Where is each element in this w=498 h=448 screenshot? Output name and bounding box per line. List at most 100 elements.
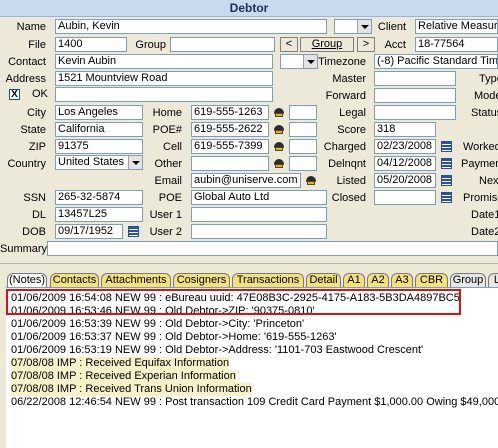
tab-log[interactable]: Log <box>488 273 498 287</box>
type-label: Type <box>479 73 498 85</box>
address-line2-field[interactable] <box>55 87 273 102</box>
calendar-icon[interactable] <box>441 141 452 152</box>
debtor-window: Debtor Name Aubin, Kevin File 1400 Group… <box>0 0 498 448</box>
name-field[interactable]: Aubin, Kevin <box>55 19 327 34</box>
group-field[interactable] <box>170 37 275 52</box>
score-label: Score <box>337 124 366 136</box>
address-line1-field[interactable]: 1521 Mountview Road <box>55 71 273 86</box>
dob-field[interactable]: 09/17/1952 <box>55 224 123 239</box>
home-phone-field[interactable]: 619-555-1263 <box>191 105 269 120</box>
group-button[interactable]: Group <box>300 37 354 52</box>
city-label: City <box>27 107 46 119</box>
forward-field[interactable] <box>374 88 456 103</box>
calendar-icon[interactable] <box>441 158 452 169</box>
listed-field[interactable]: 05/20/2008 <box>374 173 436 188</box>
tab-a3[interactable]: A3 <box>391 273 413 287</box>
state-label: State <box>20 124 46 136</box>
ok-label: OK <box>32 88 48 100</box>
country-select[interactable]: United States <box>55 155 143 170</box>
zip-label: ZIP <box>28 141 46 153</box>
delnqnt-field[interactable]: 04/12/2008 <box>374 156 436 171</box>
name-label: Name <box>16 21 46 33</box>
timezone-label: Timezone <box>318 56 366 68</box>
phone-icon[interactable] <box>272 157 286 169</box>
window-title: Debtor <box>229 1 269 15</box>
user2-field[interactable] <box>191 224 327 239</box>
chevron-down-icon[interactable] <box>357 20 371 33</box>
master-field[interactable] <box>374 71 456 86</box>
promise-label: Promise <box>463 192 498 204</box>
charged-field[interactable]: 02/23/2008 <box>374 139 436 154</box>
highlight-box <box>6 289 461 315</box>
client-field[interactable]: Relative Measure <box>415 19 498 34</box>
log-line: 07/08/08 IMP : Received Equifax Informat… <box>11 357 230 370</box>
file-label: File <box>28 39 46 51</box>
tab-strip: (Notes) Contacts Attachments Cosigners T… <box>0 273 498 287</box>
calendar-icon[interactable] <box>128 226 139 237</box>
user2-label: User 2 <box>149 226 182 238</box>
name-combo[interactable] <box>334 19 372 34</box>
poe-label: POE <box>158 192 182 204</box>
tab-transactions[interactable]: Transactions <box>232 273 304 287</box>
calendar-icon[interactable] <box>441 175 452 186</box>
date2-label: Date2 <box>471 226 498 238</box>
log-line: 01/06/2009 16:53:37 NEW 99 : Old Debtor-… <box>11 331 337 343</box>
tab-group[interactable]: Group <box>450 273 486 287</box>
master-label: Master <box>332 73 366 85</box>
timezone-combo[interactable] <box>280 54 318 69</box>
ok-checkbox[interactable]: X <box>9 89 20 100</box>
file-field[interactable]: 1400 <box>55 37 127 52</box>
home-label: Home <box>152 107 182 119</box>
title-bar: Debtor <box>0 0 498 17</box>
prev-button[interactable]: < <box>280 37 298 52</box>
poe-field[interactable]: Global Auto Ltd <box>191 190 327 205</box>
ssn-field[interactable]: 265-32-5874 <box>55 190 143 205</box>
state-field[interactable]: California <box>55 122 143 137</box>
cell-phone-field[interactable]: 619-555-7399 <box>191 139 269 154</box>
tab-cbr[interactable]: CBR <box>415 273 448 287</box>
mode-label: Mode <box>474 90 498 102</box>
user1-field[interactable] <box>191 207 327 222</box>
group-label: Group <box>135 39 166 51</box>
other-phone-field[interactable] <box>191 156 269 171</box>
poe-num-label: POE# <box>152 124 182 136</box>
timezone-field[interactable]: (-8) Pacific Standard Time <box>374 54 498 69</box>
tab-a1[interactable]: A1 <box>343 273 365 287</box>
group-button-label: Group <box>311 38 343 50</box>
divider <box>0 263 498 264</box>
forward-label: Forward <box>325 90 366 102</box>
client-label: Client <box>377 21 406 33</box>
user1-label: User 1 <box>149 209 182 221</box>
tab-detail[interactable]: Detail <box>306 273 341 287</box>
phone-icon[interactable] <box>272 123 286 135</box>
next-label: Next <box>479 175 498 187</box>
phone-icon[interactable] <box>272 106 286 118</box>
zip-field[interactable]: 91375 <box>55 139 143 154</box>
city-field[interactable]: Los Angeles <box>55 105 143 120</box>
contact-field[interactable]: Kevin Aubin <box>55 54 273 69</box>
calendar-icon[interactable] <box>441 192 452 203</box>
ssn-label: SSN <box>23 192 46 204</box>
tab-a2[interactable]: A2 <box>367 273 389 287</box>
tab-contacts[interactable]: Contacts <box>50 273 99 287</box>
email-label: Email <box>154 175 182 187</box>
tab-notes[interactable]: (Notes) <box>7 273 47 287</box>
closed-field[interactable] <box>374 190 436 205</box>
phone-icon[interactable] <box>272 140 286 152</box>
tab-cosigners[interactable]: Cosigners <box>173 273 230 287</box>
listed-label: Listed <box>336 175 366 187</box>
dl-field[interactable]: 13457L25 <box>55 207 143 222</box>
closed-label: Closed <box>331 192 366 204</box>
legal-field[interactable] <box>374 105 456 120</box>
tab-attachments[interactable]: Attachments <box>101 273 171 287</box>
country-value: United States <box>58 156 125 168</box>
payment-label: Payment <box>461 158 498 170</box>
summary-label: Summary <box>0 243 48 255</box>
poe-phone-field[interactable]: 619-555-2622 <box>191 122 269 137</box>
status-label: Status <box>471 107 498 119</box>
acct-field[interactable]: 18-77564 <box>415 37 498 52</box>
email-field[interactable]: aubin@uniserve.com <box>191 173 301 188</box>
summary-field[interactable] <box>47 241 498 256</box>
score-field[interactable]: 318 <box>374 122 436 137</box>
dl-label: DL <box>31 209 46 221</box>
